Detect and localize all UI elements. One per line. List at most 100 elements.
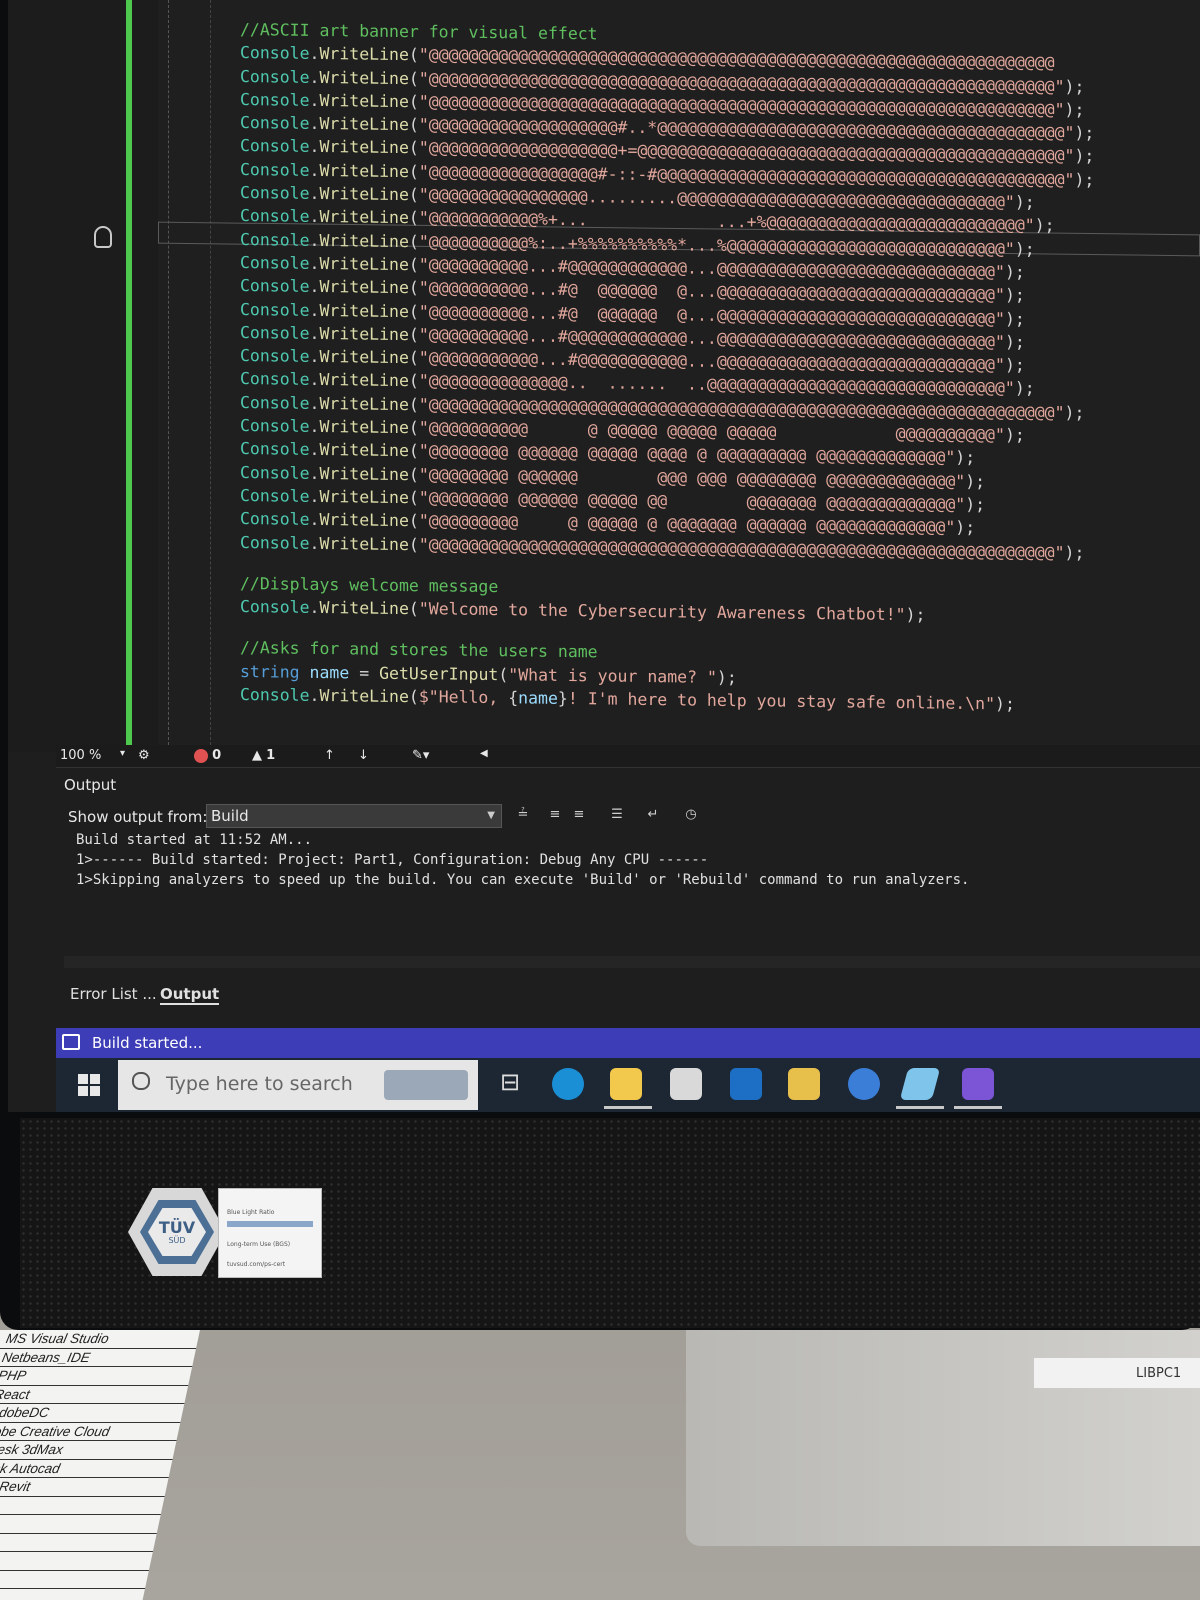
horizontal-scrollbar[interactable] bbox=[64, 956, 1200, 968]
code-token: ); bbox=[965, 494, 986, 515]
output-line: 1>------ Build started: Project: Part1, … bbox=[76, 852, 709, 868]
code-token: //Asks for and stores the users name bbox=[240, 638, 598, 662]
code-token: WriteLine bbox=[319, 137, 409, 158]
taskbar-search-box[interactable]: Type here to search bbox=[118, 1060, 478, 1110]
output-panel: Output Show output from: Build ▼ ≟ ≡ ≡ ☰… bbox=[56, 767, 1200, 978]
tuv-site: tuvsud.com/ps-cert bbox=[227, 1261, 286, 1268]
monitor-screen: //ASCII art banner for visual effect Cons… bbox=[8, 0, 1200, 1112]
indent-guide bbox=[210, 0, 211, 745]
code-lines[interactable]: //ASCII art banner for visual effect Cons… bbox=[240, 18, 1200, 718]
intellicode-icon[interactable]: ⚙ bbox=[138, 748, 150, 763]
code-token: Console bbox=[240, 276, 310, 297]
status-text: Build started... bbox=[92, 1034, 203, 1052]
arrow-down-icon[interactable]: ↓ bbox=[358, 748, 369, 763]
code-token: ( bbox=[408, 418, 419, 438]
code-token: name bbox=[518, 688, 558, 708]
code-token: $"Hello, bbox=[418, 687, 509, 708]
code-token: Console bbox=[240, 369, 310, 390]
change-indicator-bar bbox=[126, 0, 132, 745]
code-token: ( bbox=[498, 664, 509, 684]
code-token: . bbox=[309, 685, 320, 705]
notes-app-icon[interactable] bbox=[899, 1068, 941, 1100]
code-token: ); bbox=[1004, 285, 1025, 305]
code-token: WriteLine bbox=[319, 253, 409, 275]
code-token: WriteLine bbox=[319, 598, 409, 619]
zoom-level[interactable]: 100 % bbox=[60, 748, 101, 763]
code-token: . bbox=[309, 90, 320, 110]
code-token: Console bbox=[240, 206, 310, 227]
code-token: WriteLine bbox=[319, 44, 409, 65]
visual-studio-icon[interactable] bbox=[962, 1068, 994, 1100]
vs-status-bar: Build started... bbox=[56, 1028, 1200, 1058]
code-token: WriteLine bbox=[319, 417, 409, 438]
code-token: ); bbox=[1074, 146, 1095, 166]
code-token: Console bbox=[240, 43, 310, 64]
code-token: WriteLine bbox=[319, 160, 409, 181]
code-token: . bbox=[309, 253, 320, 273]
scroll-left-icon[interactable]: ◀ bbox=[480, 748, 488, 759]
task-view-icon[interactable]: ⊟ bbox=[494, 1068, 526, 1100]
warning-indicator[interactable]: ▲ 1 bbox=[252, 748, 275, 763]
code-token: ( bbox=[408, 301, 419, 321]
code-token: ); bbox=[716, 667, 737, 687]
code-token: "What is your name? " bbox=[508, 664, 717, 687]
code-token: Console bbox=[240, 252, 310, 273]
brush-icon[interactable]: ✎▾ bbox=[412, 748, 429, 763]
windows-start-icon[interactable] bbox=[78, 1074, 100, 1096]
app-a-icon[interactable] bbox=[848, 1068, 880, 1100]
word-wrap-icon[interactable]: ↵ bbox=[644, 806, 662, 824]
output-source-select[interactable]: Build ▼ bbox=[206, 804, 502, 828]
code-token: ( bbox=[408, 278, 419, 298]
clear-all-icon[interactable]: ☰ bbox=[608, 806, 626, 824]
chevron-down-icon[interactable]: ▾ bbox=[120, 748, 125, 759]
arrow-up-icon[interactable]: ↑ bbox=[324, 748, 335, 763]
code-token: //ASCII art banner for visual effect bbox=[240, 20, 598, 44]
paper-list-item bbox=[0, 1533, 157, 1552]
tab-error-list[interactable]: Error List ... bbox=[70, 985, 157, 1003]
code-token: ( bbox=[408, 348, 419, 368]
clock-icon[interactable]: ◷ bbox=[682, 806, 700, 824]
paper-list-item: odesk 3dMax bbox=[0, 1441, 177, 1460]
code-token: WriteLine bbox=[319, 393, 409, 414]
next-message-icon[interactable]: ≡ bbox=[570, 806, 588, 824]
editor-status-strip: 100 % ▾ ⚙ 0 ▲ 1 ↑ ↓ ✎▾ ◀ bbox=[56, 745, 1200, 767]
microsoft-store-icon[interactable] bbox=[670, 1068, 702, 1100]
code-token: Console bbox=[240, 183, 310, 203]
find-message-icon[interactable]: ≟ bbox=[514, 806, 532, 824]
code-token: . bbox=[309, 44, 320, 64]
code-token: ); bbox=[1014, 192, 1035, 212]
code-token: Console bbox=[240, 597, 310, 617]
code-token: . bbox=[309, 486, 320, 506]
error-indicator[interactable]: 0 bbox=[194, 748, 221, 763]
tuv-brand: TÜV bbox=[158, 1218, 196, 1237]
search-placeholder: Type here to search bbox=[166, 1073, 353, 1095]
code-token: ( bbox=[408, 488, 419, 508]
code-token: ( bbox=[408, 45, 419, 65]
code-token: ( bbox=[408, 441, 419, 461]
edge-browser-icon[interactable] bbox=[552, 1068, 584, 1100]
paper-list-item: ap bbox=[0, 1496, 165, 1515]
snipping-tool-icon[interactable] bbox=[788, 1068, 820, 1100]
output-line: Build started at 11:52 AM... bbox=[76, 832, 313, 848]
paper-list-item: MS Visual Studio bbox=[0, 1330, 200, 1349]
code-token: ( bbox=[408, 511, 419, 531]
paper-list-item bbox=[0, 1515, 161, 1534]
code-token: "Welcome to the Cybersecurity Awareness … bbox=[418, 599, 906, 625]
output-source-value: Build bbox=[211, 807, 249, 825]
tab-output[interactable]: Output bbox=[160, 985, 220, 1005]
outlook-icon[interactable] bbox=[730, 1068, 762, 1100]
lightbulb-icon[interactable] bbox=[94, 226, 112, 248]
windows-taskbar: Type here to search ⊟ bbox=[56, 1058, 1200, 1112]
code-token: ); bbox=[995, 694, 1015, 714]
code-editor[interactable]: //ASCII art banner for visual effect Cons… bbox=[8, 0, 1200, 752]
tuv-line: Long-term Use (BGS) bbox=[227, 1241, 291, 1248]
code-token: Console bbox=[240, 113, 310, 134]
code-token: . bbox=[309, 416, 320, 437]
code-token: WriteLine bbox=[319, 510, 409, 531]
file-explorer-icon[interactable] bbox=[610, 1068, 642, 1100]
code-token: ! I'm here to help you stay safe online.… bbox=[567, 689, 996, 714]
output-panel-title: Output bbox=[64, 776, 117, 794]
code-token: Console bbox=[240, 136, 310, 157]
previous-message-icon[interactable]: ≡ bbox=[546, 806, 564, 824]
